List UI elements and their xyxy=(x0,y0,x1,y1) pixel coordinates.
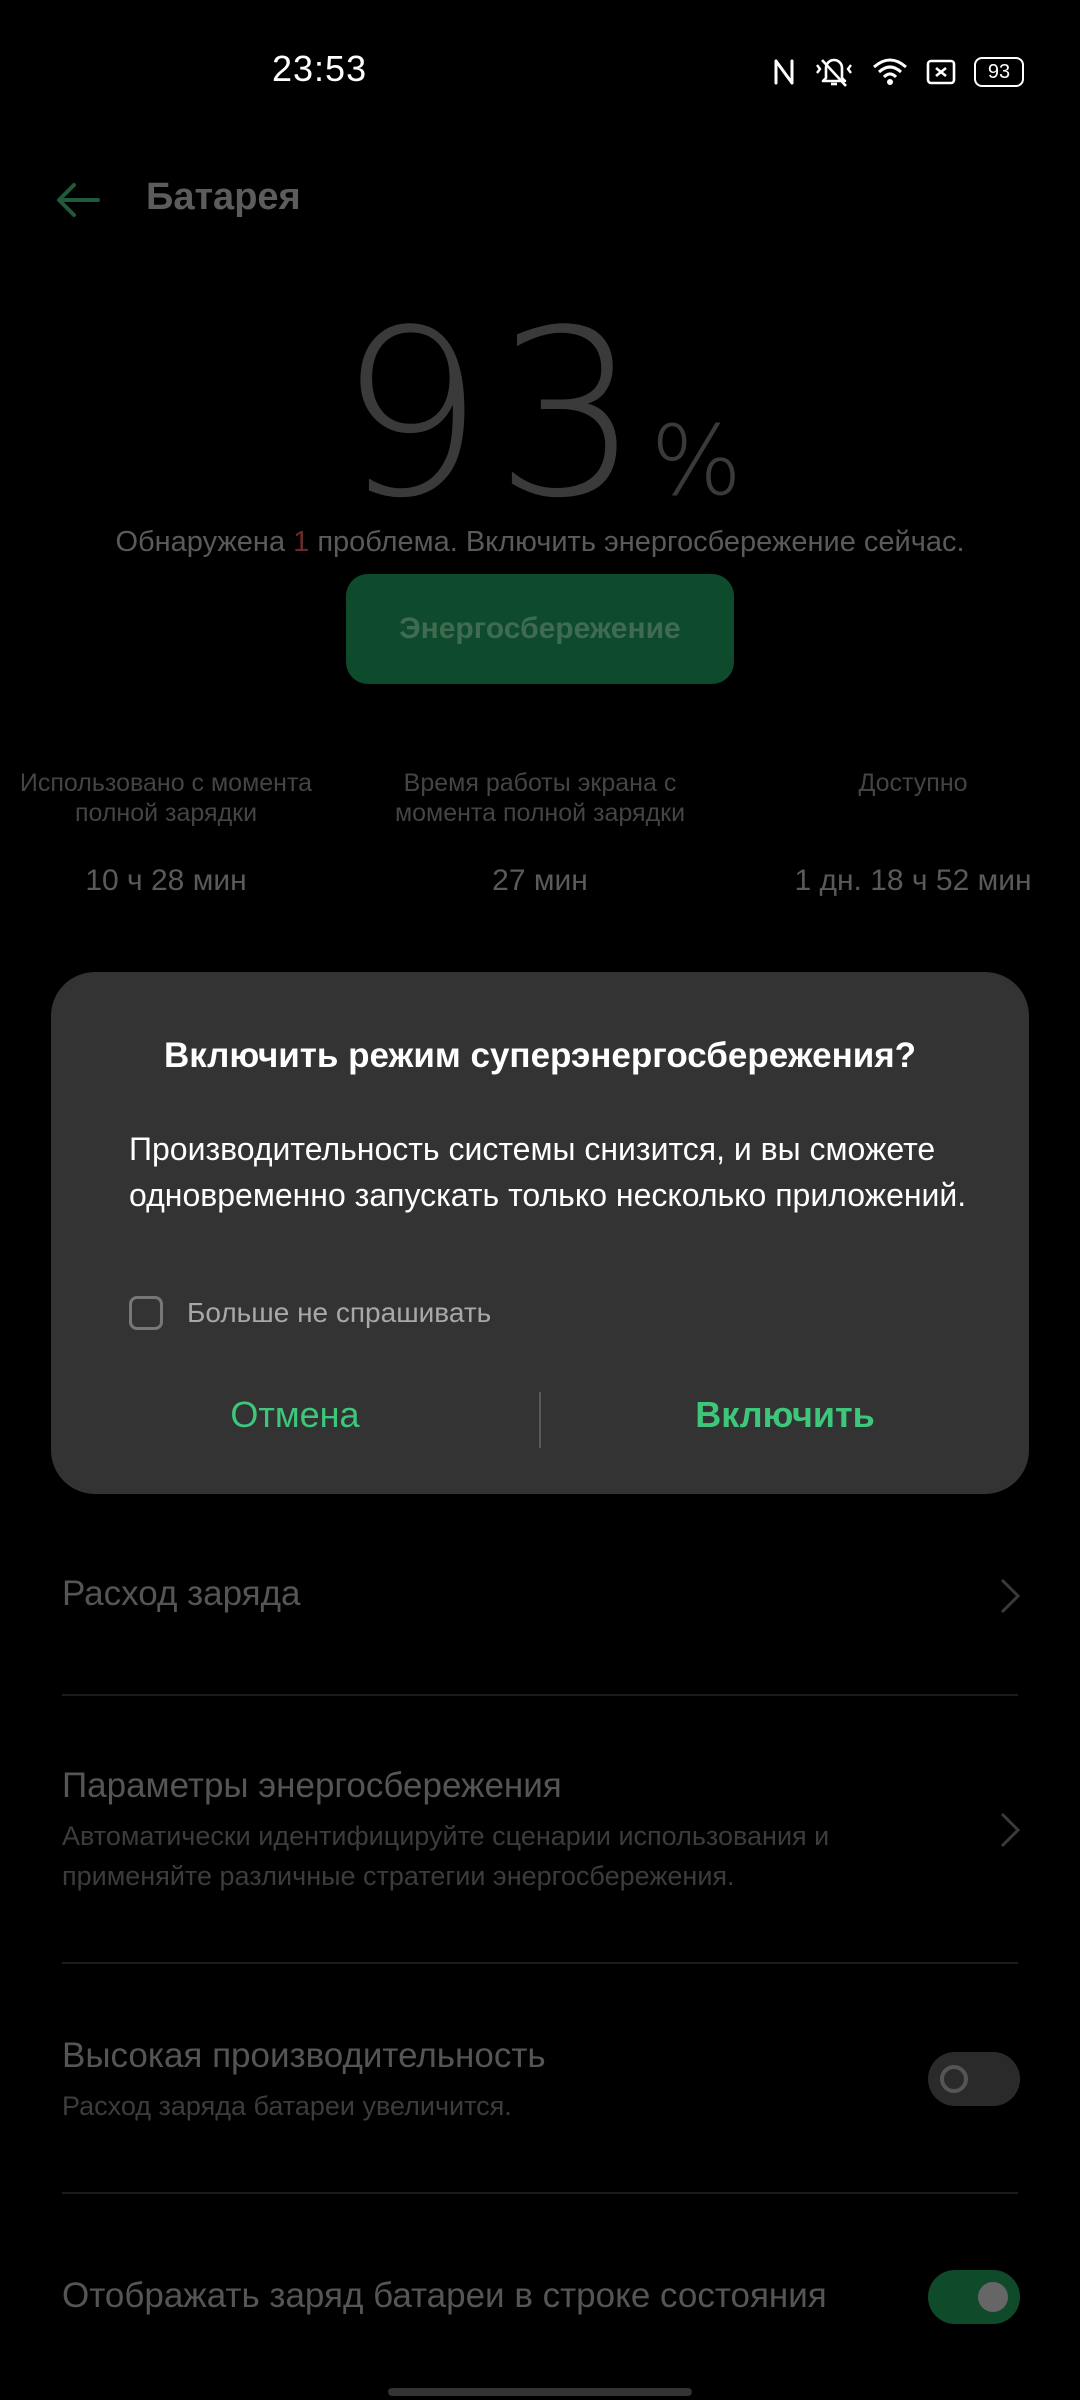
screenshot-icon xyxy=(926,58,956,86)
divider xyxy=(62,2192,1018,2194)
stat-value: 27 мин xyxy=(492,864,588,897)
dialog-title: Включить режим суперэнергосбережения? xyxy=(163,1036,917,1075)
show-percentage-toggle[interactable] xyxy=(928,2270,1020,2324)
stat-label: Доступно xyxy=(858,769,968,797)
stat-used-since-charge: Использовано с момента полной зарядки 10… xyxy=(0,768,336,898)
stat-screen-time: Время работы экрана с момента полной зар… xyxy=(370,768,710,898)
battery-icon: 93 xyxy=(974,57,1024,87)
screen: 23:53 93 Батарея 93% Обнаружена 1 пробле… xyxy=(0,0,1080,2400)
chevron-right-icon xyxy=(1000,1578,1021,1614)
stat-available: Доступно 1 дн. 18 ч 52 мин xyxy=(743,768,1080,898)
page-title: Батарея xyxy=(146,176,301,218)
status-icons: 93 xyxy=(772,52,1024,92)
divider xyxy=(62,1962,1018,1964)
back-arrow-icon[interactable] xyxy=(52,174,104,226)
high-performance-toggle[interactable] xyxy=(928,2052,1020,2106)
list-item-power-settings[interactable]: Параметры энергосбережения Автоматически… xyxy=(62,1766,1021,1896)
battery-percentage: 93% xyxy=(0,282,1080,549)
home-indicator[interactable] xyxy=(388,2388,692,2396)
problem-notice[interactable]: Обнаружена 1 проблема. Включить энергосб… xyxy=(0,526,1080,559)
problem-suffix: проблема. Включить энергосбережение сейч… xyxy=(309,526,965,558)
toggle-knob xyxy=(978,2282,1008,2312)
row-subtitle: Автоматически идентифицируйте сценарии и… xyxy=(62,1821,830,1891)
list-item-high-performance[interactable]: Высокая производительность Расход заряда… xyxy=(62,2036,1020,2126)
row-title: Высокая производительность xyxy=(62,2036,546,2075)
nfc-icon xyxy=(772,57,796,87)
stat-label: Время работы экрана с момента полной зар… xyxy=(394,769,686,827)
dont-ask-checkbox[interactable] xyxy=(129,1296,163,1330)
problem-prefix: Обнаружена xyxy=(115,526,294,558)
enable-button[interactable]: Включить xyxy=(541,1394,1029,1436)
row-subtitle: Расход заряда батареи увеличится. xyxy=(62,2091,512,2121)
dont-ask-again-option[interactable]: Больше не спрашивать xyxy=(129,1296,491,1330)
wifi-icon xyxy=(872,57,908,87)
status-time: 23:53 xyxy=(272,48,368,89)
chevron-right-icon xyxy=(1000,1812,1021,1848)
list-item-show-percentage[interactable]: Отображать заряд батареи в строке состоя… xyxy=(62,2270,1020,2324)
dont-ask-label: Больше не спрашивать xyxy=(187,1297,492,1328)
stat-value: 1 дн. 18 ч 52 мин xyxy=(794,864,1032,897)
row-title: Параметры энергосбережения xyxy=(62,1766,562,1805)
vibrate-mute-icon xyxy=(814,56,854,88)
super-saver-dialog: Включить режим суперэнергосбережения? Пр… xyxy=(51,972,1029,1494)
toggle-knob xyxy=(940,2065,968,2093)
battery-percentage-sign: % xyxy=(650,405,742,517)
stat-value: 10 ч 28 мин xyxy=(85,864,247,897)
row-title: Отображать заряд батареи в строке состоя… xyxy=(62,2276,827,2315)
stat-label: Использовано с момента полной зарядки xyxy=(19,769,313,827)
divider xyxy=(62,1694,1018,1696)
power-saving-button[interactable]: Энергосбережение xyxy=(346,574,734,684)
row-title: Расход заряда xyxy=(62,1574,301,1613)
list-item-usage[interactable]: Расход заряда xyxy=(62,1574,1021,1634)
cancel-button[interactable]: Отмена xyxy=(51,1394,539,1436)
dialog-message: Производительность системы снизится, и в… xyxy=(129,1131,967,1213)
battery-percentage-value: 93 xyxy=(338,282,651,549)
problem-count: 1 xyxy=(293,526,310,558)
